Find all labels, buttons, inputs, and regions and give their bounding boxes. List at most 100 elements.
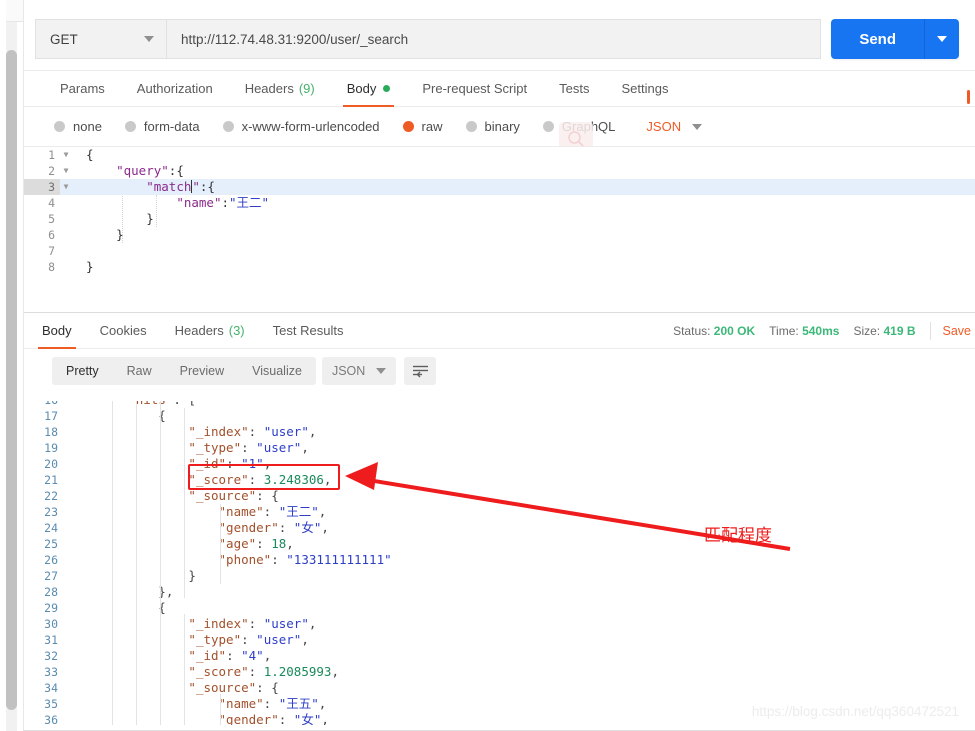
- code-line[interactable]: 7: [24, 243, 975, 259]
- code-line[interactable]: 24 "gender": "女",: [24, 520, 975, 536]
- http-method-select[interactable]: GET: [35, 19, 166, 59]
- code-line[interactable]: 1 ▼ {: [24, 147, 975, 163]
- code-text: "name": "王二",: [218, 504, 327, 519]
- status-meta: Status: 200 OK: [673, 324, 755, 338]
- code-line[interactable]: 20 "_id": "1",: [24, 456, 975, 472]
- code-text: "_id": "4",: [188, 648, 272, 663]
- code-line[interactable]: 19 "_type": "user",: [24, 440, 975, 456]
- code-line[interactable]: 32 "_id": "4",: [24, 648, 975, 664]
- line-number: 25: [44, 537, 58, 551]
- raw-format-select[interactable]: JSON: [646, 119, 703, 134]
- body-type-binary[interactable]: binary: [465, 119, 520, 134]
- line-number: 33: [44, 665, 58, 679]
- request-response-panel: GET http://112.74.48.31:9200/user/_searc…: [23, 0, 975, 731]
- body-type-form-data[interactable]: form-data: [124, 119, 200, 134]
- url-input[interactable]: http://112.74.48.31:9200/user/_search: [166, 19, 822, 59]
- line-number: 2: [48, 164, 55, 178]
- code-line[interactable]: 2 ▼ "query":{: [24, 163, 975, 179]
- chevron-down-icon: [692, 123, 703, 130]
- body-type-label: raw: [421, 119, 443, 134]
- view-mode-pretty[interactable]: Pretty: [52, 357, 113, 385]
- view-mode-visualize[interactable]: Visualize: [238, 357, 316, 385]
- response-body-viewer[interactable]: 16 "hits": [ 17 { 18 "_index": "user", 1…: [24, 392, 975, 725]
- code-line[interactable]: 26 "phone": "133111111111": [24, 552, 975, 568]
- request-tabs: Params Authorization Headers (9) Body Pr…: [24, 70, 975, 107]
- scroll-clip-mask: [24, 392, 975, 401]
- tab-label: Tests: [559, 81, 590, 96]
- code-line[interactable]: 27 }: [24, 568, 975, 584]
- code-text: }: [86, 211, 154, 226]
- response-tab-headers[interactable]: Headers (3): [161, 313, 259, 348]
- code-line[interactable]: 18 "_index": "user",: [24, 424, 975, 440]
- code-text: "name":"王二": [176, 195, 270, 210]
- tab-pre-request-script[interactable]: Pre-request Script: [406, 71, 543, 106]
- tab-params[interactable]: Params: [44, 71, 121, 106]
- code-line[interactable]: 4 "name":"王二": [24, 195, 975, 211]
- code-line-active[interactable]: 3 ▼ "match":{: [24, 179, 975, 195]
- code-line[interactable]: 25 "age": 18,: [24, 536, 975, 552]
- line-number: 28: [44, 585, 58, 599]
- wrap-lines-button[interactable]: [404, 356, 437, 385]
- code-text: "name": "王五",: [218, 696, 327, 711]
- body-type-none[interactable]: none: [54, 119, 102, 134]
- send-options-button[interactable]: [925, 19, 959, 59]
- code-text: "query":{: [116, 163, 184, 178]
- code-line[interactable]: 6 }: [24, 227, 975, 243]
- line-number: 24: [44, 521, 58, 535]
- radio-icon: [222, 121, 234, 132]
- code-line[interactable]: 5 }: [24, 211, 975, 227]
- line-number: 31: [44, 633, 58, 647]
- body-type-label: none: [73, 119, 102, 134]
- tab-label: Headers: [244, 81, 294, 96]
- code-text: "_type": "user",: [188, 440, 309, 455]
- size-meta: Size: 419 B: [853, 324, 915, 338]
- code-line[interactable]: 28 },: [24, 584, 975, 600]
- postman-window: GET http://112.74.48.31:9200/user/_searc…: [0, 0, 975, 731]
- code-line[interactable]: 34 "_source": {: [24, 680, 975, 696]
- response-format-label: JSON: [331, 363, 366, 378]
- send-button[interactable]: Send: [831, 19, 925, 59]
- response-tab-body[interactable]: Body: [28, 313, 86, 349]
- page-scrollbar-thumb[interactable]: [6, 50, 17, 710]
- view-mode-preview[interactable]: Preview: [166, 357, 238, 385]
- code-text: "_index": "user",: [188, 616, 317, 631]
- tab-body[interactable]: Body: [331, 71, 407, 107]
- tab-settings[interactable]: Settings: [605, 71, 684, 106]
- save-response-link[interactable]: Save: [943, 324, 972, 338]
- code-line[interactable]: 31 "_type": "user",: [24, 632, 975, 648]
- code-text: "_type": "user",: [188, 632, 309, 647]
- body-type-raw[interactable]: raw: [402, 119, 443, 134]
- view-mode-label: Visualize: [252, 363, 302, 378]
- line-number: 7: [48, 244, 55, 258]
- body-type-urlencoded[interactable]: x-www-form-urlencoded: [222, 119, 380, 134]
- line-number: 17: [44, 409, 58, 423]
- code-line[interactable]: 33 "_score": 1.2085993,: [24, 664, 975, 680]
- fold-arrow-icon[interactable]: ▼: [60, 179, 72, 195]
- code-line[interactable]: 8 }: [24, 259, 975, 275]
- view-mode-label: Raw: [126, 363, 152, 378]
- code-line[interactable]: 17 {: [24, 408, 975, 424]
- fold-arrow-icon[interactable]: ▼: [60, 163, 72, 179]
- code-text: "_score": 1.2085993,: [188, 664, 339, 679]
- code-line[interactable]: 21 "_score": 3.248306,: [24, 472, 975, 488]
- tab-tests[interactable]: Tests: [543, 71, 605, 106]
- line-number: 23: [44, 505, 58, 519]
- url-text: http://112.74.48.31:9200/user/_search: [181, 31, 409, 47]
- code-line[interactable]: 29 {: [24, 600, 975, 616]
- time-meta: Time: 540ms: [769, 324, 839, 338]
- response-format-select[interactable]: JSON: [321, 356, 397, 385]
- code-text: },: [68, 584, 174, 599]
- code-line[interactable]: 23 "name": "王二",: [24, 504, 975, 520]
- response-tab-cookies[interactable]: Cookies: [86, 313, 161, 348]
- code-line[interactable]: 30 "_index": "user",: [24, 616, 975, 632]
- code-text: {: [68, 408, 166, 423]
- line-number: 3: [24, 179, 60, 195]
- fold-arrow-icon[interactable]: ▼: [60, 147, 72, 163]
- view-mode-raw[interactable]: Raw: [113, 357, 166, 385]
- response-tab-test-results[interactable]: Test Results: [259, 313, 358, 348]
- tab-authorization[interactable]: Authorization: [121, 71, 229, 106]
- line-number: 18: [44, 425, 58, 439]
- request-body-editor[interactable]: 1 ▼ { 2 ▼ "query":{ 3 ▼ "match":{ 4 "nam…: [24, 146, 975, 278]
- tab-headers[interactable]: Headers (9): [229, 71, 331, 106]
- code-line[interactable]: 22 "_source": {: [24, 488, 975, 504]
